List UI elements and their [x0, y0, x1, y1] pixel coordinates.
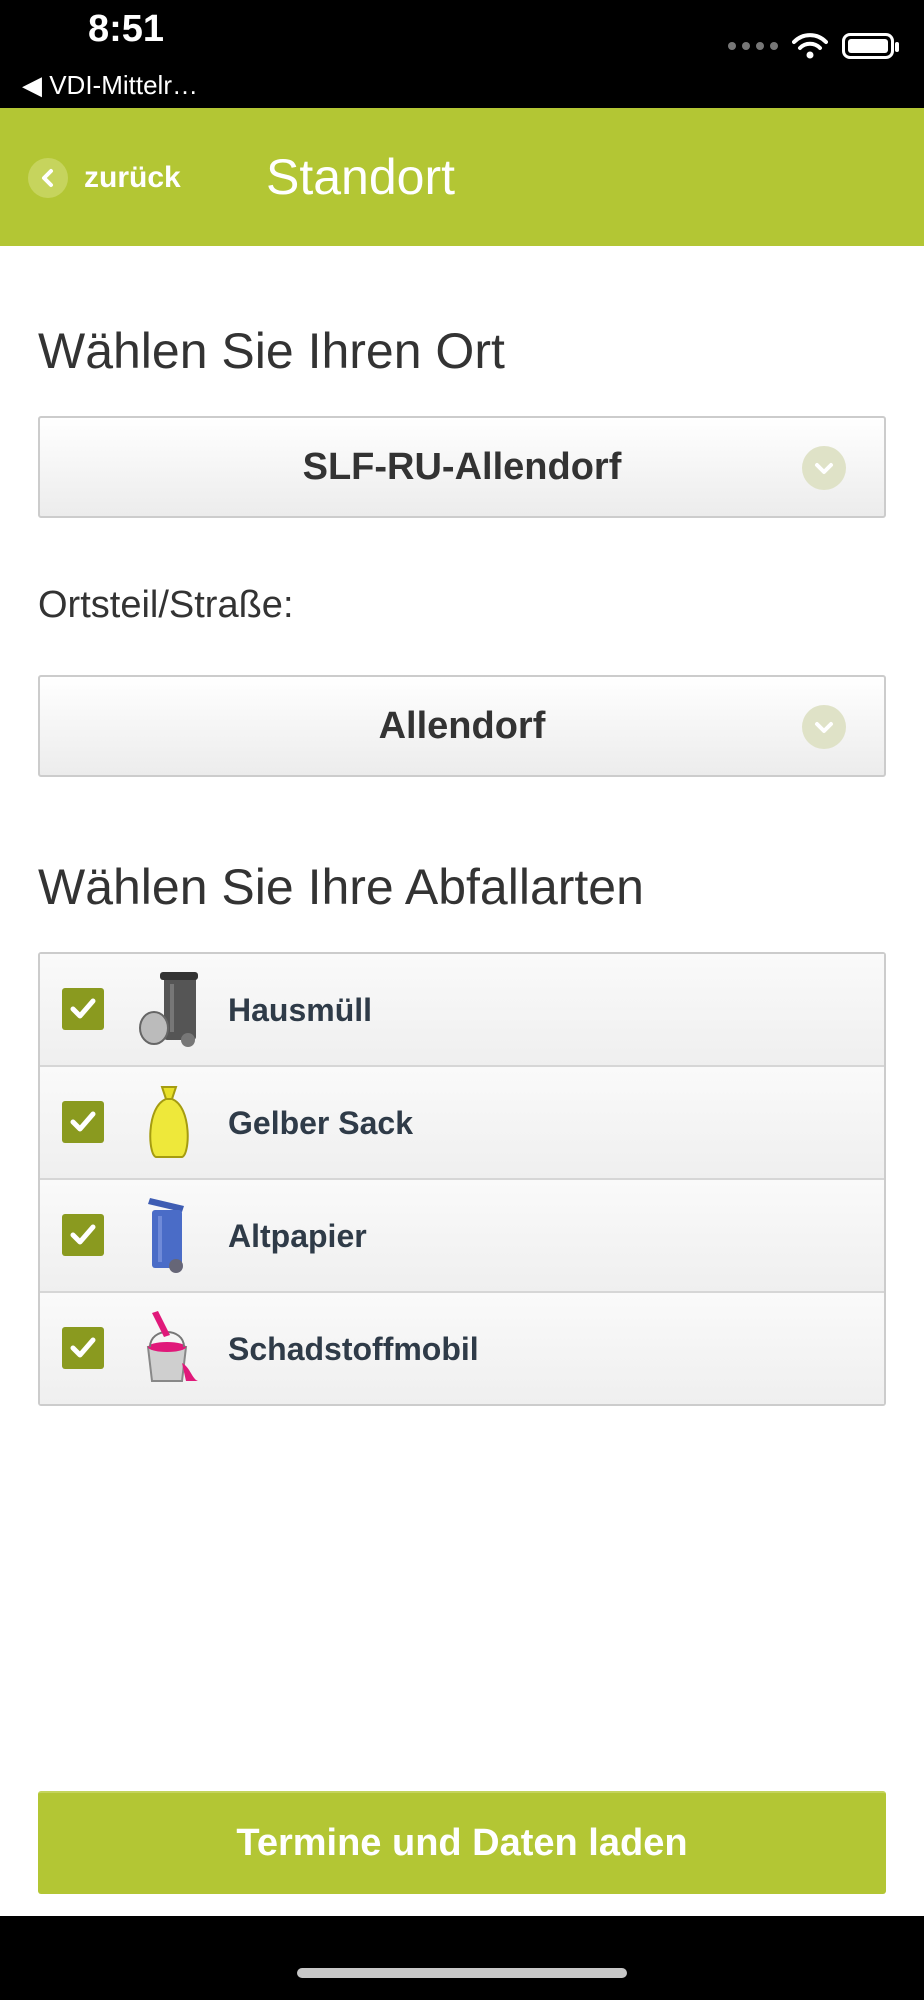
home-indicator[interactable]: [297, 1968, 627, 1978]
battery-icon: [842, 33, 899, 59]
waste-type-list: Hausmüll Gelber Sack Altpapier Schadstof…: [38, 952, 886, 1406]
location-select[interactable]: SLF-RU-Allendorf: [38, 416, 886, 518]
paint-bucket-icon: [146, 1311, 198, 1382]
list-item[interactable]: Gelber Sack: [40, 1065, 884, 1178]
location-heading: Wählen Sie Ihren Ort: [38, 323, 505, 379]
yellow-bag-icon: [149, 1086, 189, 1158]
waste-label: Gelber Sack: [228, 1105, 413, 1141]
paper-bin-icon: [148, 1198, 184, 1273]
page-title: Standort: [266, 149, 456, 205]
checkbox-checked[interactable]: [62, 988, 104, 1030]
chevron-down-icon: [802, 705, 846, 749]
signal-icon: [728, 42, 778, 50]
app-header: zurück Standort: [0, 108, 924, 246]
wifi-icon: [792, 33, 828, 59]
trash-bin-icon: [139, 972, 198, 1047]
district-value: Allendorf: [378, 704, 546, 747]
waste-label: Altpapier: [228, 1218, 367, 1254]
checkbox-checked[interactable]: [62, 1327, 104, 1369]
status-bar: 8:51 ◀ VDI-Mittelr…: [0, 0, 924, 108]
waste-label: Schadstoffmobil: [228, 1331, 479, 1367]
back-label: zurück: [84, 161, 181, 194]
checkbox-checked[interactable]: [62, 1101, 104, 1143]
status-icons: [728, 32, 899, 60]
chevron-down-icon: [802, 446, 846, 490]
list-item[interactable]: Schadstoffmobil: [40, 1291, 884, 1404]
back-button[interactable]: zurück: [28, 158, 181, 198]
location-value: SLF-RU-Allendorf: [302, 445, 622, 488]
checkbox-checked[interactable]: [62, 1214, 104, 1256]
back-to-app-link[interactable]: ◀ VDI-Mittelr…: [22, 70, 198, 101]
main-content: Wählen Sie Ihren Ort SLF-RU-Allendorf Or…: [0, 246, 924, 1916]
chevron-left-icon: [28, 158, 68, 198]
list-item[interactable]: Hausmüll: [40, 954, 884, 1065]
clock: 8:51: [88, 8, 165, 50]
list-item[interactable]: Altpapier: [40, 1178, 884, 1291]
waste-label: Hausmüll: [228, 992, 373, 1028]
load-data-button[interactable]: Termine und Daten laden: [38, 1791, 886, 1894]
district-label: Ortsteil/Straße:: [38, 584, 294, 626]
waste-heading: Wählen Sie Ihre Abfallarten: [38, 859, 644, 915]
district-select[interactable]: Allendorf: [38, 675, 886, 777]
